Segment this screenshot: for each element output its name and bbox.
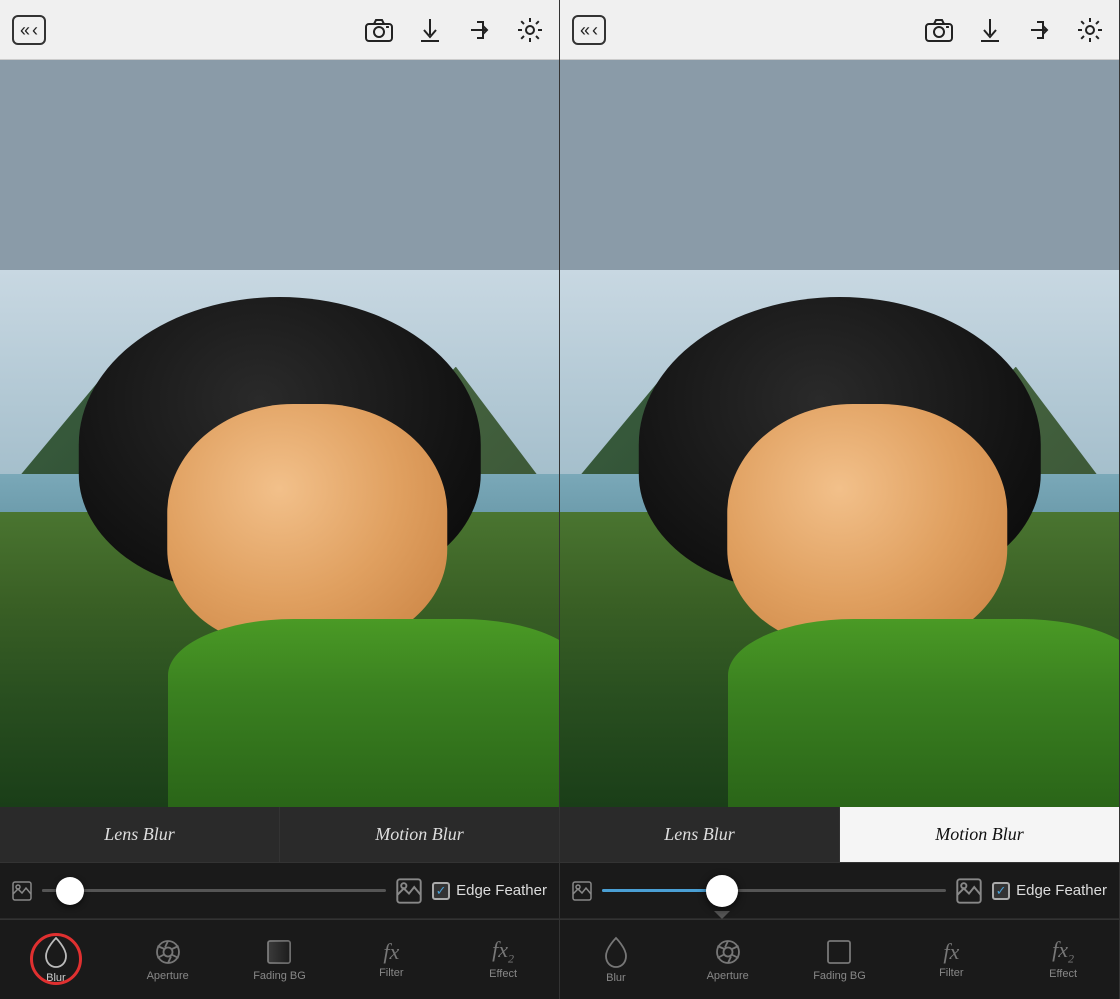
edge-feather-label-right: Edge Feather bbox=[1016, 882, 1107, 899]
toolbar-right-right bbox=[921, 13, 1107, 47]
filter-label-right: Filter bbox=[939, 967, 963, 979]
blur-icon-left bbox=[42, 936, 70, 968]
lens-blur-btn-left[interactable]: Lens Blur bbox=[0, 807, 280, 862]
filter-icon-left: fx bbox=[383, 941, 399, 963]
photo-composite-right bbox=[560, 270, 1119, 807]
aperture-icon-right bbox=[714, 938, 742, 966]
back-box-left[interactable]: « ‹ bbox=[12, 15, 46, 45]
blur-slider-right[interactable] bbox=[602, 877, 946, 905]
preview-grey-right bbox=[560, 60, 1119, 270]
photo-right bbox=[560, 270, 1119, 807]
photo-composite-left bbox=[0, 270, 559, 807]
shirt-left bbox=[168, 619, 559, 807]
nav-filter-right[interactable]: fx Filter bbox=[895, 920, 1007, 999]
back-double-left[interactable]: « bbox=[20, 21, 30, 39]
blur-icon-right bbox=[602, 936, 630, 968]
left-toolbar: « ‹ bbox=[0, 0, 559, 60]
edge-feather-left: ✓ Edge Feather bbox=[432, 882, 547, 900]
download-button-left[interactable] bbox=[415, 13, 445, 47]
edge-feather-right: ✓ Edge Feather bbox=[992, 882, 1107, 900]
nav-fading-left[interactable]: Fading BG bbox=[224, 920, 336, 999]
camera-button-left[interactable] bbox=[361, 14, 397, 46]
nav-effect-left[interactable]: fx2 Effect bbox=[447, 920, 559, 999]
back-single-left[interactable]: ‹ bbox=[32, 21, 38, 39]
effect-icon-right: fx2 bbox=[1052, 939, 1074, 964]
preview-grey-left bbox=[0, 60, 559, 270]
camera-button-right[interactable] bbox=[921, 14, 957, 46]
slider-thumb-left[interactable] bbox=[56, 877, 84, 905]
left-panel: « ‹ bbox=[0, 0, 560, 999]
fading-label-right: Fading BG bbox=[813, 970, 866, 982]
blur-type-row-left: Lens Blur Motion Blur bbox=[0, 807, 559, 863]
slider-icon-small-right bbox=[572, 881, 592, 901]
photo-left bbox=[0, 270, 559, 807]
filter-label-left: Filter bbox=[379, 967, 403, 979]
settings-button-left[interactable] bbox=[513, 13, 547, 47]
nav-aperture-right[interactable]: Aperture bbox=[672, 920, 784, 999]
share-button-right[interactable] bbox=[1023, 14, 1055, 46]
filter-icon-right: fx bbox=[943, 941, 959, 963]
nav-blur-left[interactable]: Blur bbox=[0, 920, 112, 999]
bottom-controls-left: Lens Blur Motion Blur bbox=[0, 807, 559, 999]
nav-blur-right[interactable]: Blur bbox=[560, 920, 672, 999]
face-left bbox=[168, 404, 448, 646]
motion-blur-btn-right[interactable]: Motion Blur bbox=[840, 807, 1119, 862]
shirt-right bbox=[728, 619, 1119, 807]
right-toolbar: « ‹ bbox=[560, 0, 1119, 60]
slider-thumb-right[interactable] bbox=[706, 875, 738, 907]
aperture-label-left: Aperture bbox=[147, 970, 189, 982]
bottom-controls-right: Lens Blur Motion Blur bbox=[560, 807, 1119, 999]
slider-row-left: ✓ Edge Feather bbox=[0, 863, 559, 919]
slider-row-right: ✓ Edge Feather bbox=[560, 863, 1119, 919]
face-right bbox=[728, 404, 1008, 646]
fading-icon-left bbox=[265, 938, 293, 966]
back-box-right[interactable]: « ‹ bbox=[572, 15, 606, 45]
slider-icon-large-left bbox=[396, 878, 422, 904]
nav-bar-left: Blur Aperture bbox=[0, 919, 559, 999]
right-panel: « ‹ bbox=[560, 0, 1120, 999]
nav-fading-right[interactable]: Fading BG bbox=[784, 920, 896, 999]
edge-feather-checkbox-right[interactable]: ✓ bbox=[992, 882, 1010, 900]
fading-icon-right bbox=[825, 938, 853, 966]
nav-bar-right: Blur Aperture bbox=[560, 919, 1119, 999]
lens-blur-btn-right[interactable]: Lens Blur bbox=[560, 807, 840, 862]
blur-slider-left[interactable] bbox=[42, 877, 386, 905]
settings-button-right[interactable] bbox=[1073, 13, 1107, 47]
effect-label-right: Effect bbox=[1049, 968, 1077, 980]
fading-label-left: Fading BG bbox=[253, 970, 306, 982]
toolbar-right-left bbox=[361, 13, 547, 47]
motion-blur-btn-left[interactable]: Motion Blur bbox=[280, 807, 559, 862]
nav-aperture-left[interactable]: Aperture bbox=[112, 920, 224, 999]
back-single-right[interactable]: ‹ bbox=[592, 21, 598, 39]
edge-feather-checkbox-left[interactable]: ✓ bbox=[432, 882, 450, 900]
effect-icon-left: fx2 bbox=[492, 939, 514, 964]
nav-filter-left[interactable]: fx Filter bbox=[335, 920, 447, 999]
blur-label-right: Blur bbox=[606, 972, 626, 984]
effect-label-left: Effect bbox=[489, 968, 517, 980]
aperture-label-right: Aperture bbox=[707, 970, 749, 982]
edge-feather-label-left: Edge Feather bbox=[456, 882, 547, 899]
download-button-right[interactable] bbox=[975, 13, 1005, 47]
back-double-right[interactable]: « bbox=[580, 21, 590, 39]
slider-icon-small-left bbox=[12, 881, 32, 901]
aperture-icon-left bbox=[154, 938, 182, 966]
nav-effect-right[interactable]: fx2 Effect bbox=[1007, 920, 1119, 999]
blur-type-row-right: Lens Blur Motion Blur bbox=[560, 807, 1119, 863]
slider-icon-large-right bbox=[956, 878, 982, 904]
share-button-left[interactable] bbox=[463, 14, 495, 46]
slider-pointer-right bbox=[714, 911, 730, 919]
blur-label-left: Blur bbox=[46, 972, 66, 984]
